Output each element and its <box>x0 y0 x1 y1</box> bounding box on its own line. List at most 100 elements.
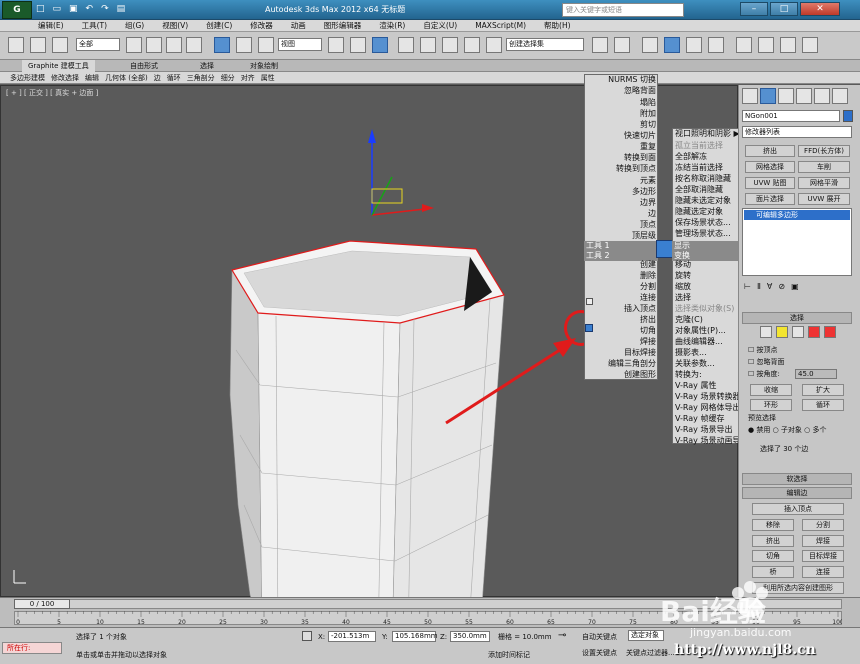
quad-item-hide-selection[interactable]: 隐藏选定对象 <box>675 207 723 217</box>
ribbon-align[interactable]: 对齐 <box>241 72 255 83</box>
edit-named-selection-icon[interactable] <box>486 37 502 53</box>
stack-item-editable-poly[interactable]: 可编辑多边形 <box>744 210 850 220</box>
tab-object-paint[interactable]: 对象绘制 <box>250 60 278 72</box>
reference-coord-dropdown[interactable]: 视图 <box>278 38 322 51</box>
connect-button[interactable]: 连接 <box>802 566 844 578</box>
transform-gizmo[interactable] <box>368 129 434 216</box>
quad-item-vray-scene-export[interactable]: V-Ray 场景导出 <box>675 425 732 435</box>
app-logo[interactable]: G <box>2 1 32 19</box>
y-coordinate-field[interactable]: 105.168mm <box>392 631 438 642</box>
add-time-tag[interactable]: 添加时间标记 <box>488 650 530 660</box>
tab-selection[interactable]: 选择 <box>200 60 214 72</box>
save-icon[interactable]: ▣ <box>69 4 78 16</box>
ribbon-subdivision[interactable]: 细分 <box>221 72 235 83</box>
object-color-swatch[interactable] <box>843 110 853 122</box>
ribbon-edges[interactable]: 边 <box>154 72 161 83</box>
render-production-icon[interactable] <box>802 37 818 53</box>
ring-button[interactable]: 环形 <box>750 399 792 411</box>
modifier-uvw-unwrap-button[interactable]: UVW 展开 <box>798 193 850 205</box>
ignore-backfacing-checkbox[interactable]: ☐ 忽略背面 <box>748 357 785 367</box>
modifier-lathe-button[interactable]: 车削 <box>798 161 850 173</box>
display-tab-icon[interactable] <box>814 88 830 104</box>
quad-item-rotate[interactable]: 旋转 <box>675 271 691 281</box>
chamfer-settings-icon[interactable] <box>585 324 593 332</box>
quad-item-scale[interactable]: 缩放 <box>675 282 691 292</box>
chamfer-button[interactable]: 切角 <box>752 550 794 562</box>
menu-animation[interactable]: 动画 <box>291 20 306 31</box>
link-icon[interactable] <box>8 37 24 53</box>
edge-level-icon[interactable] <box>776 326 788 338</box>
quad-item-vray-properties[interactable]: V-Ray 属性 <box>675 381 716 391</box>
tab-freeform[interactable]: 自由形式 <box>130 60 158 72</box>
angle-snap-icon[interactable] <box>420 37 436 53</box>
modifier-uvw-map-button[interactable]: UVW 贴图 <box>745 177 795 189</box>
modifier-list-dropdown[interactable]: 修改器列表 <box>742 126 852 138</box>
quad-item-curve-editor[interactable]: 曲线编辑器... <box>675 337 723 347</box>
select-by-name-icon[interactable] <box>146 37 162 53</box>
extrude-button[interactable]: 挤出 <box>752 535 794 547</box>
new-icon[interactable]: □ <box>36 4 45 16</box>
modifier-ffd-button[interactable]: FFD(长方体) <box>798 145 850 157</box>
modifier-extrude-button[interactable]: 挤出 <box>745 145 795 157</box>
window-crossing-icon[interactable] <box>186 37 202 53</box>
quad-item-edit-triangulation[interactable]: 编辑三角剖分 <box>586 359 656 369</box>
menu-maxscript[interactable]: MAXScript(M) <box>475 20 526 31</box>
schematic-view-icon[interactable] <box>708 37 724 53</box>
rect-selection-icon[interactable] <box>166 37 182 53</box>
select-manipulate-icon[interactable] <box>350 37 366 53</box>
quad-item-polygon[interactable]: 多边形 <box>586 187 656 197</box>
open-icon[interactable]: ▭ <box>53 4 62 16</box>
quad-item-nurms[interactable]: NURMS 切换 <box>586 75 656 85</box>
lock-selection-icon[interactable] <box>302 631 312 641</box>
quad-item-extrude[interactable]: 挤出 <box>586 315 656 325</box>
menu-create[interactable]: 创建(C) <box>206 20 232 31</box>
modifier-mesh-select-button[interactable]: 网格选择 <box>745 161 795 173</box>
quad-item-chamfer[interactable]: 切角 <box>586 326 656 336</box>
quad-item-ignore-backfacing[interactable]: 忽略背面 <box>586 86 656 96</box>
ribbon-tris[interactable]: 三角剖分 <box>187 72 215 83</box>
quad-item-vray-mesh-export[interactable]: V-Ray 网格体导出 <box>675 403 740 413</box>
time-slider-thumb[interactable]: 0 / 100 <box>14 599 70 609</box>
selection-rollout-header[interactable]: 选择 <box>742 312 852 324</box>
quad-item-unfreeze-all[interactable]: 全部解冻 <box>675 152 707 162</box>
ribbon-modify-selection[interactable]: 修改选择 <box>51 72 79 83</box>
quad-item-save-scene-state[interactable]: 保存场景状态... <box>675 218 731 228</box>
curve-editor-icon[interactable] <box>686 37 702 53</box>
percent-snap-icon[interactable] <box>442 37 458 53</box>
quad-item-clone[interactable]: 克隆(C) <box>675 315 703 325</box>
key-filters-button[interactable]: 关键点过滤器... <box>626 648 675 658</box>
by-vertex-checkbox[interactable]: ☐ 按顶点 <box>748 345 778 355</box>
rendered-frame-icon[interactable] <box>780 37 796 53</box>
by-angle-checkbox[interactable]: ☐ 按角度: <box>748 369 780 379</box>
minimize-button[interactable]: – <box>740 2 768 16</box>
ribbon-edit[interactable]: 编辑 <box>85 72 99 83</box>
quad-item-hide-unselected[interactable]: 隐藏未选定对象 <box>675 196 731 206</box>
quad-item-convert-vertex[interactable]: 转换到顶点 <box>586 164 656 174</box>
bind-spacewarp-icon[interactable] <box>52 37 68 53</box>
quad-item-repeat[interactable]: 重复 <box>586 142 656 152</box>
quad-item-freeze-selection[interactable]: 冻结当前选择 <box>675 163 723 173</box>
hexagonal-cup-model[interactable] <box>229 240 505 597</box>
align-icon[interactable] <box>614 37 630 53</box>
key-mode-dropdown[interactable]: 选定对象 <box>628 630 664 641</box>
insert-vertex-button[interactable]: 插入顶点 <box>752 503 844 515</box>
selection-filter-dropdown[interactable]: 全部 <box>76 38 120 51</box>
create-tab-icon[interactable] <box>742 88 758 104</box>
spinner-snap-icon[interactable] <box>464 37 480 53</box>
menu-graph-editors[interactable]: 图形编辑器 <box>324 20 362 31</box>
undo-icon[interactable]: ↶ <box>86 4 94 16</box>
menu-customize[interactable]: 自定义(U) <box>423 20 457 31</box>
material-editor-icon[interactable] <box>736 37 752 53</box>
tab-graphite[interactable]: Graphite 建模工具 <box>22 60 95 72</box>
quad-item-remove[interactable]: 删除 <box>586 271 656 281</box>
key-icon[interactable]: ⊸ <box>558 630 576 642</box>
make-unique-icon[interactable]: ∀ <box>767 282 772 298</box>
named-selection-dropdown[interactable]: 创建选择集 <box>506 38 584 51</box>
x-coordinate-field[interactable]: -201.513m <box>328 631 376 642</box>
menu-modifiers[interactable]: 修改器 <box>250 20 273 31</box>
quad-item-collapse[interactable]: 塌陷 <box>586 98 656 108</box>
quad-item-vray-frame-buffer[interactable]: V-Ray 帧缓存 <box>675 414 724 424</box>
quad-item-vertex[interactable]: 顶点 <box>586 220 656 230</box>
menu-tools[interactable]: 工具(T) <box>82 20 107 31</box>
menu-help[interactable]: 帮助(H) <box>544 20 571 31</box>
